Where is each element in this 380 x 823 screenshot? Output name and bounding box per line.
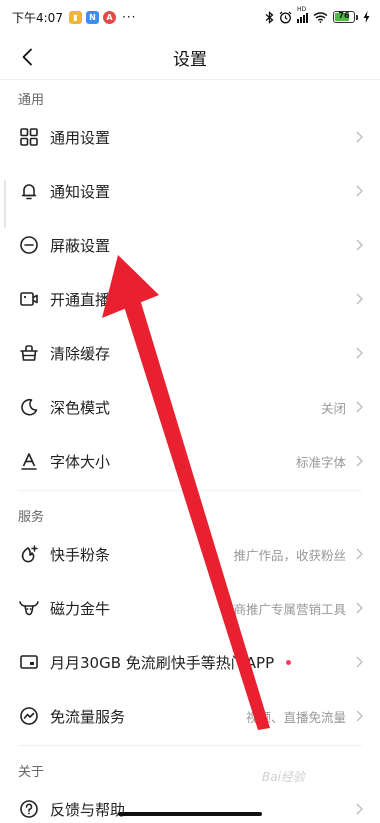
chevron-right-icon [354,547,364,561]
chevron-right-icon [354,709,364,723]
row-notification-settings[interactable]: 通知设置 [0,164,380,218]
section-divider [18,490,362,491]
page-title: 设置 [173,49,207,70]
notification-app-icon-yellow: ▮ [68,10,82,24]
row-free-data-30gb[interactable]: 月月30GB 免流刷快手等热门APP [0,635,380,689]
chevron-right-icon [354,400,364,414]
chevron-right-icon [354,655,364,669]
row-label: 免流量服务 [50,707,126,726]
watermark: Bai经验 [262,770,305,784]
row-dark-mode[interactable]: 深色模式 关闭 [0,380,380,434]
row-label: 快手粉条 [50,545,111,564]
chevron-right-icon [354,184,364,198]
more-notifications-dots: ··· [121,10,137,24]
row-label: 深色模式 [50,398,111,417]
data-wave-icon [18,705,40,727]
nav-bar: 设置 [0,34,380,80]
row-start-live[interactable]: 开通直播 [0,272,380,326]
section-divider [18,745,362,746]
row-value: 电商推广专属营销工具 [220,601,346,617]
row-block-settings[interactable]: 屏蔽设置 [0,218,380,272]
row-value: 标准字体 [295,454,346,470]
section-header-services: 服务 [18,510,45,525]
chevron-right-icon [354,130,364,144]
fire-plus-icon [18,543,40,565]
chevron-right-icon [354,601,364,615]
bell-icon [18,180,40,202]
row-label: 开通直播 [50,290,111,309]
status-time: 下午4:07 [12,10,63,25]
header-divider [0,79,380,80]
bluetooth-icon [265,10,274,24]
wifi-icon [313,11,328,23]
row-label: 磁力金牛 [50,599,111,618]
row-label: 字体大小 [50,452,111,471]
signal-hd-label: HD [297,6,307,13]
row-value: 视频、直播免流量 [245,709,346,725]
row-label: 屏蔽设置 [50,236,111,255]
basket-icon [18,342,40,364]
back-button[interactable] [14,44,40,70]
chevron-right-icon [354,238,364,252]
moon-icon [18,396,40,418]
row-feedback-help[interactable]: 反馈与帮助 [0,782,380,823]
minus-circle-icon [18,234,40,256]
status-right: HD 76 [265,6,370,24]
row-clear-cache[interactable]: 清除缓存 [0,326,380,380]
battery-level: 76 [338,11,350,20]
chevron-left-icon [22,48,32,66]
signal-icon: HD [297,6,308,23]
row-value: 关闭 [320,400,346,416]
video-camera-icon [18,288,40,310]
chevron-right-icon [354,346,364,360]
row-kuaishou-fantiao[interactable]: 快手粉条 推广作品，收获粉丝 [0,527,380,581]
home-indicator[interactable] [118,812,262,816]
charging-bolt-icon [363,11,370,23]
row-label: 通知设置 [50,182,111,201]
row-cili-jinniu[interactable]: 磁力金牛 电商推广专属营销工具 [0,581,380,635]
sim-card-icon [18,651,40,673]
section-header-about: 关于 [18,765,45,780]
chevron-right-icon [354,292,364,306]
bull-icon [18,597,40,619]
chevron-right-icon [354,802,364,816]
row-free-data-service[interactable]: 免流量服务 视频、直播免流量 [0,689,380,743]
grid-icon [18,126,40,148]
notification-app-icon-n: N [85,10,99,24]
alarm-icon [279,11,292,23]
row-font-size[interactable]: 字体大小 标准字体 [0,434,380,488]
red-dot-badge [286,659,291,665]
battery-icon: 76 [333,11,358,23]
row-label: 月月30GB 免流刷快手等热门APP [50,653,275,672]
row-label: 清除缓存 [50,344,111,363]
section-header-general: 通用 [18,93,45,108]
row-label: 通用设置 [50,128,111,147]
help-circle-icon [18,798,40,820]
chevron-right-icon [354,454,364,468]
font-a-icon [18,450,40,472]
row-value: 推广作品，收获粉丝 [233,547,346,563]
status-left: 下午4:07 ▮ N A ··· [12,9,136,26]
row-label: 反馈与帮助 [50,800,126,819]
notification-app-icon-red: A [102,10,116,24]
row-general-settings[interactable]: 通用设置 [0,110,380,164]
status-bar: 下午4:07 ▮ N A ··· HD 76 [0,0,380,34]
